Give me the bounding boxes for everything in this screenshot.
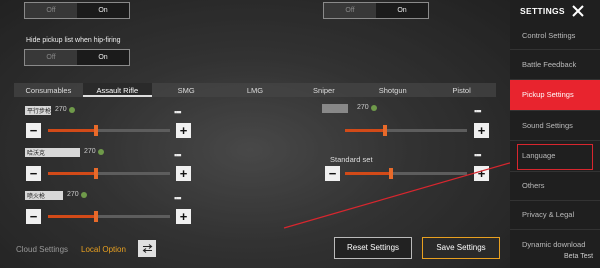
cloud-settings-link[interactable]: Cloud Settings <box>16 245 68 254</box>
settings-sidebar: SETTINGS Control Settings Battle Feedbac… <box>510 0 600 268</box>
local-option-link[interactable]: Local Option <box>81 245 126 254</box>
beta-test-label: Beta Test <box>564 253 594 260</box>
sidebar-item-control-settings[interactable]: Control Settings <box>510 22 600 50</box>
sidebar-item-privacy-legal[interactable]: Privacy & Legal <box>510 201 600 230</box>
reset-settings-button[interactable]: Reset Settings <box>334 237 412 259</box>
sidebar-item-sound-settings[interactable]: Sound Settings <box>510 111 600 141</box>
swap-button[interactable] <box>138 240 156 257</box>
swap-arrows-icon <box>142 244 152 253</box>
settings-header: SETTINGS <box>510 0 600 22</box>
sidebar-item-battle-feedback[interactable]: Battle Feedback <box>510 50 600 80</box>
sidebar-item-others[interactable]: Others <box>510 172 600 201</box>
sidebar-item-pickup-settings[interactable]: Pickup Settings <box>510 80 600 111</box>
save-settings-button[interactable]: Save Settings <box>422 237 500 259</box>
close-icon[interactable] <box>571 4 585 18</box>
language-highlight-box <box>517 144 593 170</box>
settings-title: SETTINGS <box>520 6 565 16</box>
